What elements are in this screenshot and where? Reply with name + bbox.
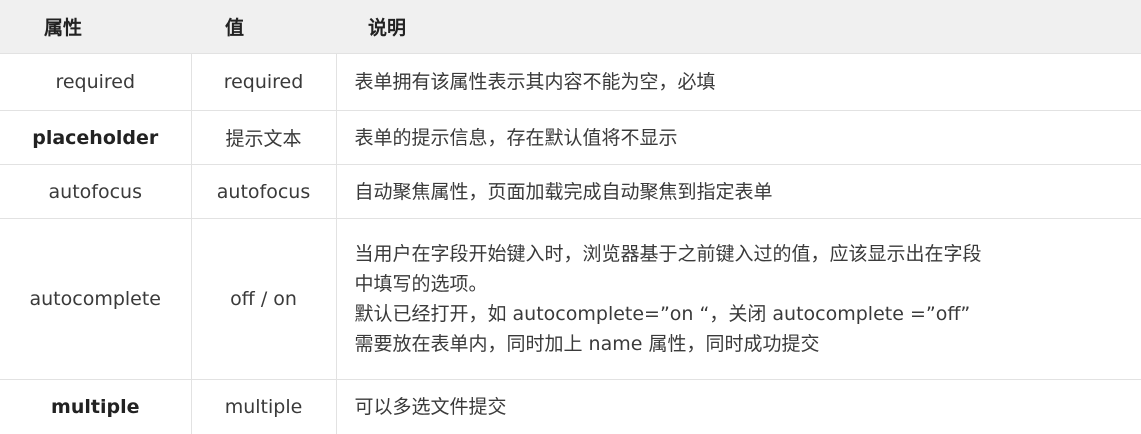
description-line: 表单的提示信息，存在默认值将不显示 (355, 123, 1141, 153)
table-row: placeholder 提示文本 表单的提示信息，存在默认值将不显示 (0, 111, 1141, 165)
header-attribute: 属性 (0, 0, 191, 54)
header-description: 说明 (336, 0, 1141, 54)
description-line: 表单拥有该属性表示其内容不能为空，必填 (355, 67, 1141, 97)
description-cell: 表单的提示信息，存在默认值将不显示 (336, 111, 1141, 165)
attribute-cell: multiple (0, 380, 191, 434)
value-cell: autofocus (191, 165, 336, 219)
table-row: autofocus autofocus 自动聚焦属性，页面加载完成自动聚焦到指定… (0, 165, 1141, 219)
attribute-cell: required (0, 54, 191, 111)
value-cell: 提示文本 (191, 111, 336, 165)
description-line: 中填写的选项。 (355, 269, 1141, 299)
table-row: required required 表单拥有该属性表示其内容不能为空，必填 (0, 54, 1141, 111)
description-cell: 表单拥有该属性表示其内容不能为空，必填 (336, 54, 1141, 111)
description-line: 可以多选文件提交 (355, 392, 1141, 422)
description-line: 当用户在字段开始键入时，浏览器基于之前键入过的值，应该显示出在字段 (355, 239, 1141, 269)
value-cell: required (191, 54, 336, 111)
description-cell: 可以多选文件提交 (336, 380, 1141, 434)
table-header-row: 属性 值 说明 (0, 0, 1141, 54)
description-cell: 自动聚焦属性，页面加载完成自动聚焦到指定表单 (336, 165, 1141, 219)
description-line: 自动聚焦属性，页面加载完成自动聚焦到指定表单 (355, 177, 1141, 207)
value-cell: multiple (191, 380, 336, 434)
header-value: 值 (191, 0, 336, 54)
description-line: 需要放在表单内，同时加上 name 属性，同时成功提交 (355, 329, 1141, 359)
attribute-cell: placeholder (0, 111, 191, 165)
attribute-cell: autofocus (0, 165, 191, 219)
description-cell: 当用户在字段开始键入时，浏览器基于之前键入过的值，应该显示出在字段 中填写的选项… (336, 219, 1141, 380)
attribute-cell: autocomplete (0, 219, 191, 380)
description-line: 默认已经打开，如 autocomplete=”on “，关闭 autocompl… (355, 299, 1141, 329)
table-row: multiple multiple 可以多选文件提交 (0, 380, 1141, 434)
table-row: autocomplete off / on 当用户在字段开始键入时，浏览器基于之… (0, 219, 1141, 380)
attributes-table: 属性 值 说明 required required 表单拥有该属性表示其内容不能… (0, 0, 1141, 434)
value-cell: off / on (191, 219, 336, 380)
